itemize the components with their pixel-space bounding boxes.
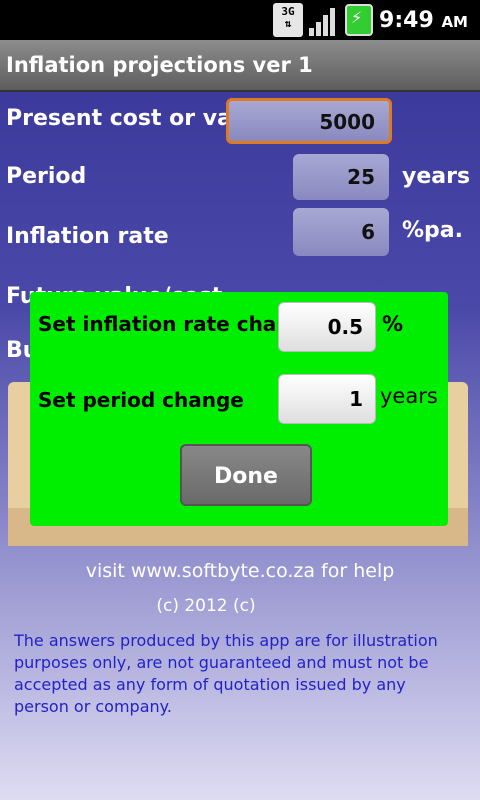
period-input[interactable]: 25 bbox=[293, 154, 389, 200]
period-change-input[interactable]: 1 bbox=[278, 374, 376, 424]
inflation-rate-input[interactable]: 6 bbox=[293, 208, 389, 256]
change-settings-dialog: Set inflation rate change 0.5 % Set peri… bbox=[30, 292, 448, 526]
inflation-rate-label: Inflation rate bbox=[6, 224, 169, 249]
period-label: Period bbox=[6, 164, 87, 189]
help-link[interactable]: visit www.softbyte.co.za for help bbox=[40, 560, 440, 582]
battery-charging-icon bbox=[345, 4, 374, 36]
app-title: Inflation projections ver 1 bbox=[0, 40, 480, 92]
present-cost-input[interactable]: 5000 bbox=[226, 98, 392, 144]
rate-change-label: Set inflation rate change bbox=[38, 312, 319, 336]
period-change-unit: years bbox=[380, 384, 438, 408]
rate-change-unit: % bbox=[382, 312, 404, 336]
status-bar: 3G⇅ 9:49 AM bbox=[0, 0, 480, 40]
network-3g-icon: 3G ⇅ bbox=[273, 3, 304, 37]
rate-change-input[interactable]: 0.5 bbox=[278, 302, 376, 352]
period-change-label: Set period change bbox=[38, 388, 244, 412]
status-time: 9:49 AM bbox=[379, 7, 468, 33]
period-unit: years bbox=[402, 164, 471, 189]
disclaimer-text: The answers produced by this app are for… bbox=[14, 631, 438, 716]
copyright-text: (c) 2012 (c) bbox=[156, 596, 256, 616]
signal-strength-icon bbox=[309, 4, 339, 36]
inflation-rate-unit: %pa. bbox=[402, 218, 463, 243]
done-button[interactable]: Done bbox=[180, 444, 312, 506]
